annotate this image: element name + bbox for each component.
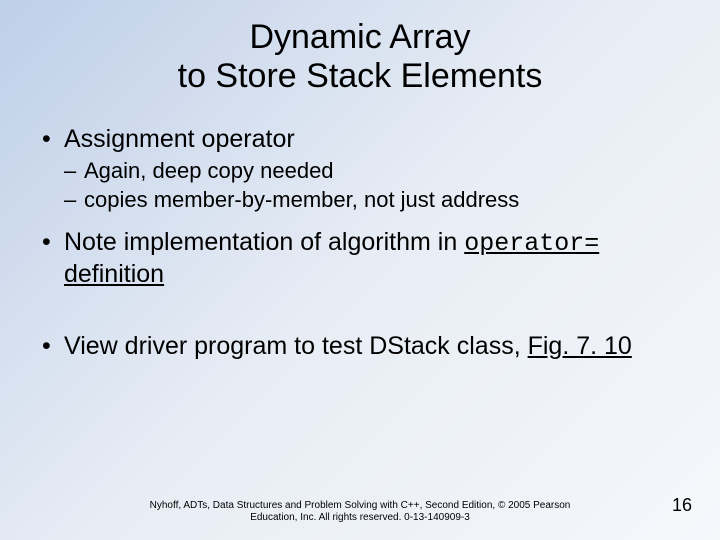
footer-citation: Nyhoff, ADTs, Data Structures and Proble… bbox=[0, 500, 720, 524]
footer-line-2: Education, Inc. All rights reserved. 0-1… bbox=[250, 512, 470, 523]
code-operator-equals: operator= bbox=[464, 229, 599, 258]
sub-bullet-deep-copy: Again, deep copy needed bbox=[64, 158, 684, 184]
title-line-1: Dynamic Array bbox=[249, 18, 470, 56]
bullet-text: Assignment operator bbox=[64, 125, 295, 153]
bullet-text-pre: View driver program to test DStack class… bbox=[64, 332, 528, 360]
body-list: Assignment operator Again, deep copy nee… bbox=[36, 124, 684, 361]
bullet-note-implementation: Note implementation of algorithm in oper… bbox=[36, 227, 684, 289]
link-definition: definition bbox=[64, 260, 164, 288]
link-figure: Fig. 7. 10 bbox=[528, 332, 632, 360]
bullet-text-pre: Note implementation of algorithm in bbox=[64, 228, 464, 256]
page-number: 16 bbox=[672, 495, 692, 516]
bullet-assignment-operator: Assignment operator Again, deep copy nee… bbox=[36, 124, 684, 213]
sub-list: Again, deep copy needed copies member-by… bbox=[64, 158, 684, 213]
bullet-view-driver: View driver program to test DStack class… bbox=[36, 331, 684, 361]
title-line-2: to Store Stack Elements bbox=[178, 57, 543, 95]
footer-line-1: Nyhoff, ADTs, Data Structures and Proble… bbox=[150, 500, 571, 511]
slide-container: Dynamic Array to Store Stack Elements As… bbox=[0, 0, 720, 540]
slide-title: Dynamic Array to Store Stack Elements bbox=[36, 18, 684, 96]
sub-bullet-member-by-member: copies member-by-member, not just addres… bbox=[64, 187, 684, 213]
